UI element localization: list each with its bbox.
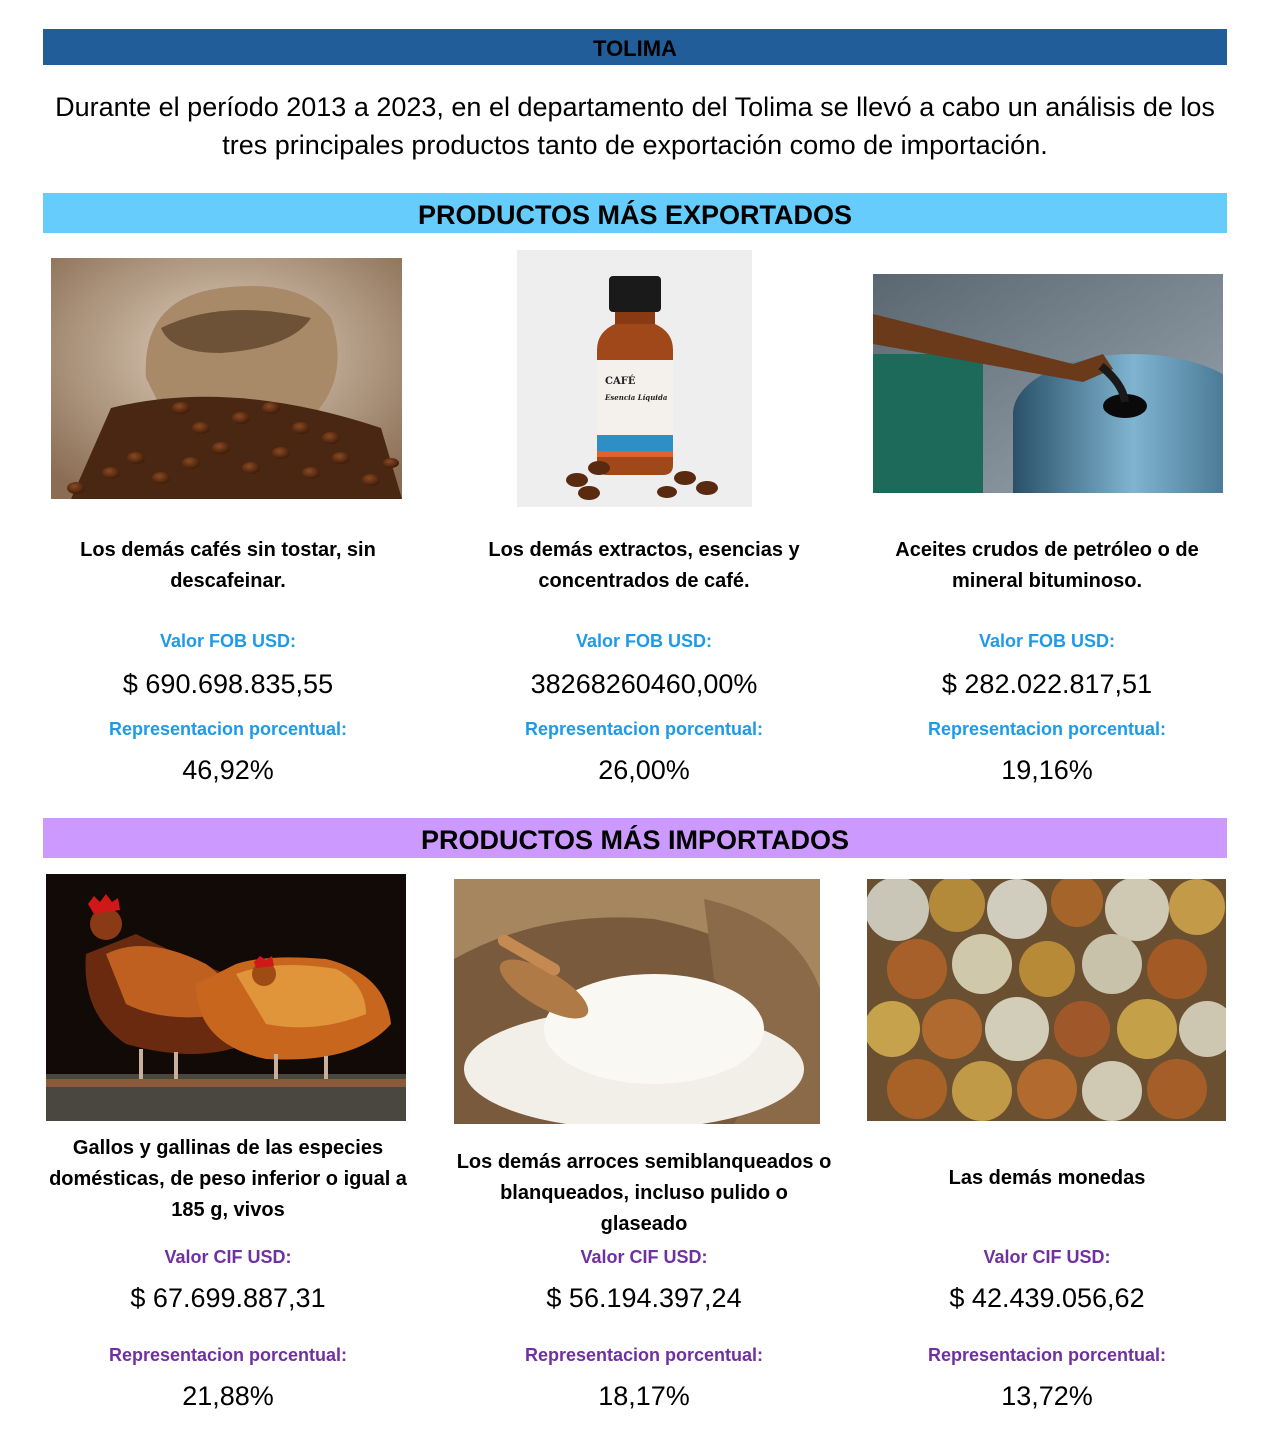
product-name: Aceites crudos de petróleo o de mineral … [895, 539, 1199, 592]
coffee-essence-bottle-image: CAFÉ Esencia Líquida [517, 250, 752, 507]
cif-value: $ 42.439.056,62 [949, 1283, 1145, 1313]
percent-label: Representacion porcentual: [927, 1345, 1167, 1365]
percent-label: Representacion porcentual: [108, 719, 348, 739]
cif-label: Valor CIF USD: [580, 1247, 708, 1267]
percent-value: 26,00% [598, 755, 690, 785]
import-item-3: Las demás monedas Valor CIF USD: $ 42.43… [857, 1133, 1237, 1433]
chickens-image [46, 874, 406, 1121]
percent-label: Representacion porcentual: [927, 719, 1167, 739]
percent-value: 13,72% [1001, 1381, 1093, 1411]
cif-label: Valor CIF USD: [164, 1247, 292, 1267]
export-item-3: Aceites crudos de petróleo o de mineral … [857, 535, 1237, 795]
exports-banner: PRODUCTOS MÁS EXPORTADOS [43, 193, 1227, 233]
coffee-sack-image [51, 258, 402, 499]
intro-paragraph: Durante el período 2013 a 2023, en el de… [55, 92, 1215, 160]
percent-value: 18,17% [598, 1381, 690, 1411]
bottle-label-text: CAFÉ [605, 375, 636, 387]
imports-banner: PRODUCTOS MÁS IMPORTADOS [43, 818, 1227, 858]
oil-barrel-image [873, 274, 1223, 493]
bottle-sublabel-text: Esencia Líquida [604, 393, 668, 402]
percent-label: Representacion porcentual: [524, 1345, 764, 1365]
coins-image [867, 879, 1226, 1121]
import-item-1: Gallos y gallinas de las especies domést… [38, 1133, 418, 1433]
export-item-2: Los demás extractos, esencias y concentr… [454, 535, 834, 795]
exports-title: PRODUCTOS MÁS EXPORTADOS [417, 200, 853, 230]
page-title: TOLIMA [593, 36, 677, 61]
cif-label: Valor CIF USD: [983, 1247, 1111, 1267]
fob-value: 38268260460,00% [530, 669, 758, 699]
percent-value: 19,16% [1001, 755, 1093, 785]
product-name: Los demás extractos, esencias y concentr… [488, 539, 800, 592]
percent-value: 46,92% [182, 755, 274, 785]
percent-label: Representacion porcentual: [524, 719, 764, 739]
cif-value: $ 67.699.887,31 [130, 1283, 326, 1313]
product-name: Los demás arroces semiblanqueados o blan… [456, 1151, 832, 1235]
title-banner: TOLIMA [43, 29, 1227, 65]
fob-value: $ 282.022.817,51 [941, 669, 1153, 699]
imports-title: PRODUCTOS MÁS IMPORTADOS [420, 825, 850, 855]
fob-value: $ 690.698.835,55 [122, 669, 334, 699]
rice-sack-image [454, 879, 820, 1124]
percent-label: Representacion porcentual: [108, 1345, 348, 1365]
product-name: Los demás cafés sin tostar, sin descafei… [80, 539, 376, 592]
product-name: Gallos y gallinas de las especies domést… [49, 1137, 407, 1221]
export-item-1: Los demás cafés sin tostar, sin descafei… [38, 535, 418, 795]
cif-value: $ 56.194.397,24 [546, 1283, 742, 1313]
percent-value: 21,88% [182, 1381, 274, 1411]
fob-label: Valor FOB USD: [575, 631, 713, 651]
import-item-2: Los demás arroces semiblanqueados o blan… [454, 1133, 834, 1433]
product-name: Las demás monedas [948, 1167, 1146, 1189]
fob-label: Valor FOB USD: [159, 631, 297, 651]
fob-label: Valor FOB USD: [978, 631, 1116, 651]
